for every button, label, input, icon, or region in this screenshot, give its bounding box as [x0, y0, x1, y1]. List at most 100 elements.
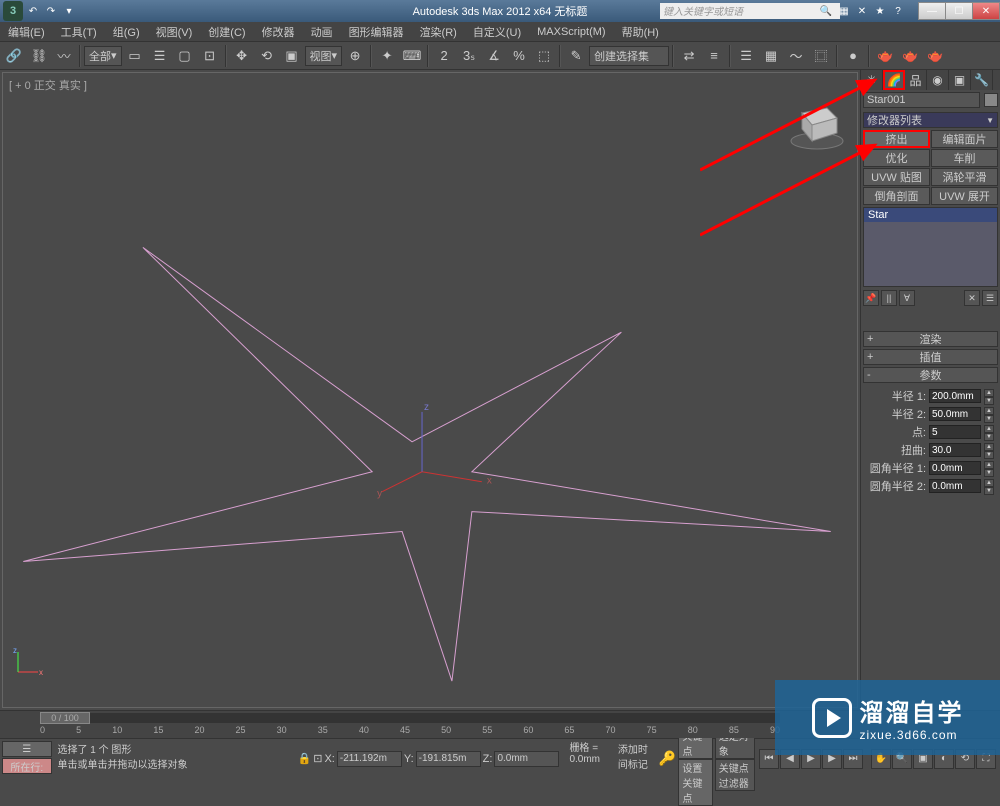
help-icon[interactable]: ?	[891, 4, 905, 18]
subscription-icon[interactable]: ▦	[837, 4, 851, 18]
select-object-icon[interactable]: ▭	[123, 44, 147, 68]
graphite-icon[interactable]: ▦	[759, 44, 783, 68]
keyboard-shortcut-icon[interactable]: ⌨	[400, 44, 424, 68]
render-setup-icon[interactable]: 🫖	[873, 44, 897, 68]
show-end-result-icon[interactable]: ||	[881, 290, 897, 306]
render-frame-icon[interactable]: 🫖	[898, 44, 922, 68]
stack-item-star[interactable]: Star	[864, 208, 997, 222]
rollout-params[interactable]: -参数	[863, 367, 998, 383]
menu-modifiers[interactable]: 修改器	[254, 24, 303, 40]
points-input[interactable]: 5	[929, 425, 981, 439]
radius1-input[interactable]: 200.0mm	[929, 389, 981, 403]
rollout-render[interactable]: +渲染	[863, 331, 998, 347]
mod-uvwmap-button[interactable]: UVW 贴图	[863, 168, 930, 186]
viewport[interactable]: [ + 0 正交 真实 ] x y z	[2, 72, 858, 708]
lock-selection-icon[interactable]: 🔒	[298, 752, 312, 765]
window-crossing-icon[interactable]: ⊡	[198, 44, 222, 68]
coord-system-dropdown[interactable]: 视图 ▾	[305, 46, 343, 66]
edit-selection-set-icon[interactable]: ✎	[564, 44, 588, 68]
align-icon[interactable]: ≡	[702, 44, 726, 68]
configure-sets-icon[interactable]: ☰	[982, 290, 998, 306]
time-slider-handle[interactable]: 0 / 100	[40, 712, 90, 724]
key-icon[interactable]: 🔑	[659, 750, 676, 767]
viewcube[interactable]	[787, 93, 847, 153]
layer-manager-icon[interactable]: ☰	[734, 44, 758, 68]
angle-snap-icon[interactable]: ∡	[482, 44, 506, 68]
points-spinner[interactable]: ▲▼	[984, 425, 994, 439]
app-logo-icon[interactable]: 3	[3, 1, 23, 21]
rollout-interp[interactable]: +插值	[863, 349, 998, 365]
modifier-list-dropdown[interactable]: 修改器列表	[863, 112, 998, 128]
distortion-input[interactable]: 30.0	[929, 443, 981, 457]
radius2-input[interactable]: 50.0mm	[929, 407, 981, 421]
search-icon[interactable]: 🔍	[819, 4, 833, 18]
time-slider-track[interactable]: 0 / 100	[40, 713, 780, 723]
fillet2-spinner[interactable]: ▲▼	[984, 479, 994, 493]
menu-help[interactable]: 帮助(H)	[614, 24, 667, 40]
mirror-icon[interactable]: ⇄	[677, 44, 701, 68]
display-tab-icon[interactable]: ▣	[949, 70, 971, 90]
modify-tab-icon[interactable]: 🌈	[883, 70, 905, 90]
close-button[interactable]: ✕	[972, 2, 1000, 20]
mod-bevelprofile-button[interactable]: 倒角剖面	[863, 187, 930, 205]
menu-grapheditors[interactable]: 图形编辑器	[341, 24, 412, 40]
z-coord-input[interactable]: 0.0mm	[494, 751, 559, 767]
isolate-icon[interactable]: ⊡	[313, 752, 322, 765]
add-time-tag[interactable]: 添加时间标记	[618, 741, 657, 771]
selection-filter-dropdown[interactable]: 全部 ▾	[84, 46, 122, 66]
fillet2-input[interactable]: 0.0mm	[929, 479, 981, 493]
setkey-button[interactable]: 设置关键点	[678, 759, 712, 806]
exchange-icon[interactable]: ✕	[855, 4, 869, 18]
radius1-spinner[interactable]: ▲▼	[984, 389, 994, 403]
y-coord-input[interactable]: -191.815m	[416, 751, 481, 767]
pin-stack-icon[interactable]: 📌	[863, 290, 879, 306]
mod-extrude-button[interactable]: 挤出	[863, 130, 930, 148]
menu-customize[interactable]: 自定义(U)	[465, 24, 529, 40]
fillet1-input[interactable]: 0.0mm	[929, 461, 981, 475]
select-by-name-icon[interactable]: ☰	[148, 44, 172, 68]
pivot-center-icon[interactable]: ⊕	[343, 44, 367, 68]
create-tab-icon[interactable]: ✳	[861, 70, 883, 90]
star-spline-shape[interactable]: x y z	[3, 73, 857, 707]
mod-editpatch-button[interactable]: 编辑面片	[931, 130, 998, 148]
undo-icon[interactable]: ↶	[25, 3, 41, 19]
percent-snap-icon[interactable]: %	[507, 44, 531, 68]
select-manipulate-icon[interactable]: ✦	[375, 44, 399, 68]
select-move-icon[interactable]: ✥	[230, 44, 254, 68]
modifier-stack[interactable]: Star	[863, 207, 998, 287]
remove-modifier-icon[interactable]: ✕	[964, 290, 980, 306]
key-filters-button[interactable]: 关键点过滤器	[715, 759, 755, 791]
maximize-button[interactable]: ☐	[945, 2, 973, 20]
select-rotate-icon[interactable]: ⟲	[255, 44, 279, 68]
distortion-spinner[interactable]: ▲▼	[984, 443, 994, 457]
render-production-icon[interactable]: 🫖	[923, 44, 947, 68]
minimize-button[interactable]: —	[918, 2, 946, 20]
row-indicator[interactable]: 所在行:	[2, 758, 52, 774]
object-name-input[interactable]: Star001	[863, 92, 980, 108]
infocenter-search-input[interactable]: 键入关键字或短语	[660, 3, 840, 19]
object-color-swatch[interactable]	[984, 93, 998, 107]
unlink-icon[interactable]: ⛓	[27, 44, 51, 68]
menu-animation[interactable]: 动画	[303, 24, 341, 40]
motion-tab-icon[interactable]: ◉	[927, 70, 949, 90]
menu-edit[interactable]: 编辑(E)	[0, 24, 53, 40]
fillet1-spinner[interactable]: ▲▼	[984, 461, 994, 475]
mod-optimize-button[interactable]: 优化	[863, 149, 930, 167]
menu-views[interactable]: 视图(V)	[148, 24, 201, 40]
rectangular-region-icon[interactable]: ▢	[173, 44, 197, 68]
x-coord-input[interactable]: -211.192m	[337, 751, 402, 767]
make-unique-icon[interactable]: ∀	[899, 290, 915, 306]
utilities-tab-icon[interactable]: 🔧	[971, 70, 993, 90]
qat-dropdown-icon[interactable]: ▾	[61, 3, 77, 19]
mod-uvwunwrap-button[interactable]: UVW 展开	[931, 187, 998, 205]
snaps-2d-icon[interactable]: 2	[432, 44, 456, 68]
named-selection-dropdown[interactable]: 创建选择集	[589, 46, 669, 66]
curve-editor-icon[interactable]: 〜	[784, 44, 808, 68]
mod-lathe-button[interactable]: 车削	[931, 149, 998, 167]
mod-turbosmooth-button[interactable]: 涡轮平滑	[931, 168, 998, 186]
script-mini-listener[interactable]: ☰	[2, 741, 52, 757]
menu-tools[interactable]: 工具(T)	[53, 24, 105, 40]
schematic-view-icon[interactable]: ⿴	[809, 44, 833, 68]
redo-icon[interactable]: ↷	[43, 3, 59, 19]
hierarchy-tab-icon[interactable]: 品	[905, 70, 927, 90]
